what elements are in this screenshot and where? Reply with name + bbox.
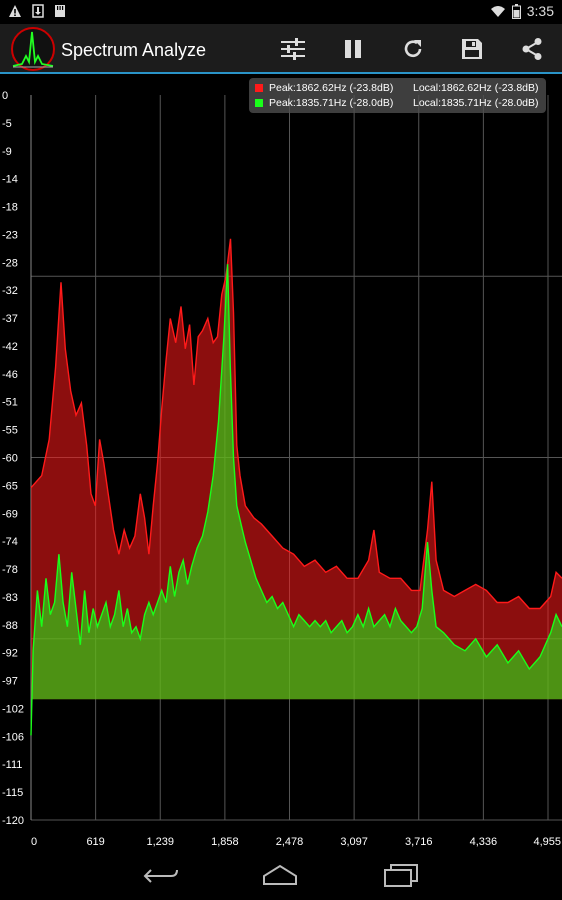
chart-legend: Peak:1862.62Hz (-23.8dB) Local:1862.62Hz… [249, 78, 546, 113]
y-axis-ticks: 0 -5 -9 -14 -18 -23 -28 -32 -37 -42 -46 -51 -55 -60 -6… [2, 90, 24, 827]
share-icon [522, 38, 542, 60]
spectrum-chart[interactable]: 0 -5 -9 -14 -18 -23 -28 -32 -37 -42 -46 -51 -55 -60 -6… [0, 74, 562, 854]
wifi-icon [490, 6, 505, 17]
y-tick-label: -5 [2, 118, 12, 130]
y-tick-label: -46 [2, 369, 18, 381]
x-tick-label: 2,478 [276, 836, 304, 848]
y-tick-label: -88 [2, 620, 18, 632]
legend-swatch-red [255, 84, 263, 92]
back-icon[interactable] [143, 866, 179, 886]
y-tick-label: -111 [2, 759, 22, 771]
chart-series [30, 238, 562, 736]
download-icon [32, 4, 44, 18]
x-tick-label: 4,336 [470, 836, 498, 848]
battery-icon [511, 3, 521, 19]
refresh-icon [404, 40, 422, 58]
y-tick-label: -60 [2, 453, 18, 465]
y-tick-label: -92 [2, 648, 18, 660]
y-tick-label: -120 [2, 815, 24, 827]
x-axis-ticks: 0 619 1,239 1,858 2,478 3,097 3,716 4,336 4,955 [31, 836, 561, 848]
legend-peak-green: Peak:1835.71Hz (-28.0dB) [269, 97, 394, 109]
x-tick-label: 0 [31, 836, 37, 848]
legend-swatch-green [255, 99, 263, 107]
y-tick-label: -37 [2, 313, 18, 325]
app-logo-icon[interactable] [10, 26, 56, 72]
legend-local-green: Local:1835.71Hz (-28.0dB) [413, 97, 539, 109]
app-title: Spectrum Analyze [61, 40, 207, 60]
y-tick-label: -69 [2, 508, 18, 520]
y-tick-label: -115 [2, 787, 23, 799]
x-tick-label: 1,239 [146, 836, 174, 848]
y-tick-label: -9 [2, 146, 12, 158]
legend-entry-green: Peak:1835.71Hz (-28.0dB) Local:1835.71Hz… [255, 96, 539, 110]
home-icon[interactable] [262, 864, 298, 886]
y-tick-label: -97 [2, 676, 18, 688]
x-tick-label: 1,858 [211, 836, 239, 848]
series-area-green [31, 264, 562, 736]
y-tick-label: -102 [2, 703, 24, 715]
pause-icon [345, 40, 361, 58]
status-bar: 3:35 [0, 0, 562, 24]
warning-icon [9, 5, 21, 17]
legend-local-red: Local:1862.62Hz (-23.8dB) [413, 82, 539, 94]
x-tick-label: 4,955 [533, 836, 561, 848]
y-tick-label: -83 [2, 592, 18, 604]
y-tick-label: -14 [2, 174, 18, 186]
refresh-button[interactable] [393, 30, 433, 68]
y-tick-label: 0 [2, 90, 8, 102]
recent-apps-icon[interactable] [383, 862, 419, 888]
settings-button[interactable] [273, 30, 313, 68]
y-tick-label: -42 [2, 341, 18, 353]
chart-grid [30, 95, 562, 821]
x-tick-label: 3,716 [405, 836, 433, 848]
y-tick-label: -55 [2, 425, 18, 437]
settings-sliders-icon [281, 38, 305, 60]
save-button[interactable] [452, 30, 492, 68]
status-time: 3:35 [526, 3, 554, 19]
y-tick-label: -106 [2, 731, 24, 743]
y-tick-label: -18 [2, 202, 18, 214]
y-tick-label: -32 [2, 285, 18, 297]
action-bar: Spectrum Analyze [0, 24, 562, 74]
y-tick-label: -78 [2, 564, 18, 576]
y-tick-label: -65 [2, 480, 18, 492]
legend-entry-red: Peak:1862.62Hz (-23.8dB) Local:1862.62Hz… [255, 81, 539, 95]
y-tick-label: -28 [2, 257, 18, 269]
y-tick-label: -23 [2, 229, 18, 241]
legend-peak-red: Peak:1862.62Hz (-23.8dB) [269, 82, 394, 94]
pause-button[interactable] [333, 30, 373, 68]
navigation-bar [0, 854, 562, 900]
y-tick-label: -51 [2, 397, 18, 409]
share-button[interactable] [512, 30, 552, 68]
sd-card-icon [55, 5, 65, 17]
y-tick-label: -74 [2, 536, 18, 548]
save-icon [462, 39, 482, 59]
x-tick-label: 619 [86, 836, 104, 848]
x-tick-label: 3,097 [340, 836, 368, 848]
